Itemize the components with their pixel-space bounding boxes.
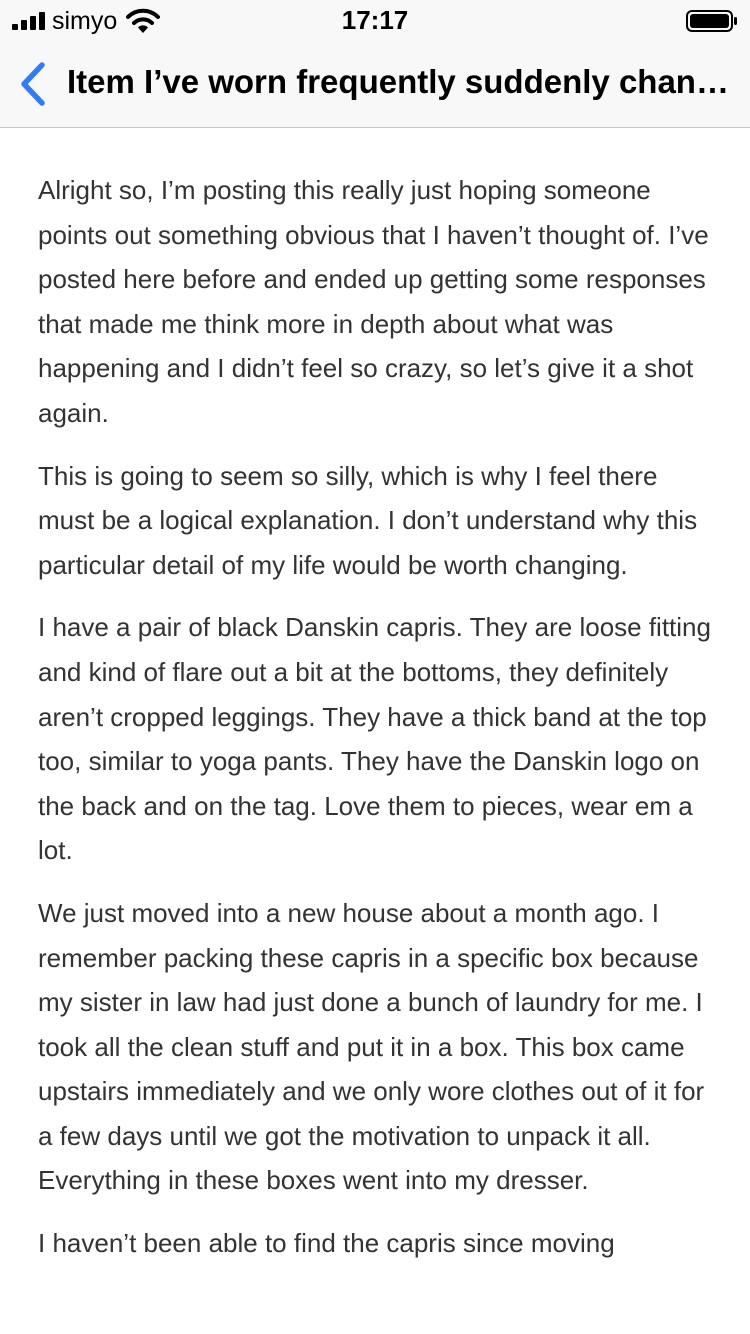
status-time: 17:17 [341, 5, 409, 35]
battery-icon [686, 10, 737, 32]
navigation-bar: Item I’ve worn frequently suddenly chang… [0, 40, 750, 128]
post-paragraph: I have a pair of black Danskin capris. T… [38, 612, 711, 866]
post-paragraph: I haven’t been able to find the capris s… [38, 1228, 615, 1259]
post-paragraph: This is going to seem so silly, which is… [38, 460, 698, 580]
back-button[interactable] [10, 58, 56, 110]
status-bar: simyo 17:17 [0, 0, 750, 40]
post-paragraph: Alright so, I’m posting this really just… [38, 175, 709, 428]
post-body: Alright so, I’m posting this really just… [0, 128, 750, 1334]
post-paragraph: We just moved into a new house about a m… [38, 897, 705, 1196]
chevron-left-icon [21, 62, 45, 106]
page-title: Item I’ve worn frequently suddenly chang… [67, 63, 739, 100]
